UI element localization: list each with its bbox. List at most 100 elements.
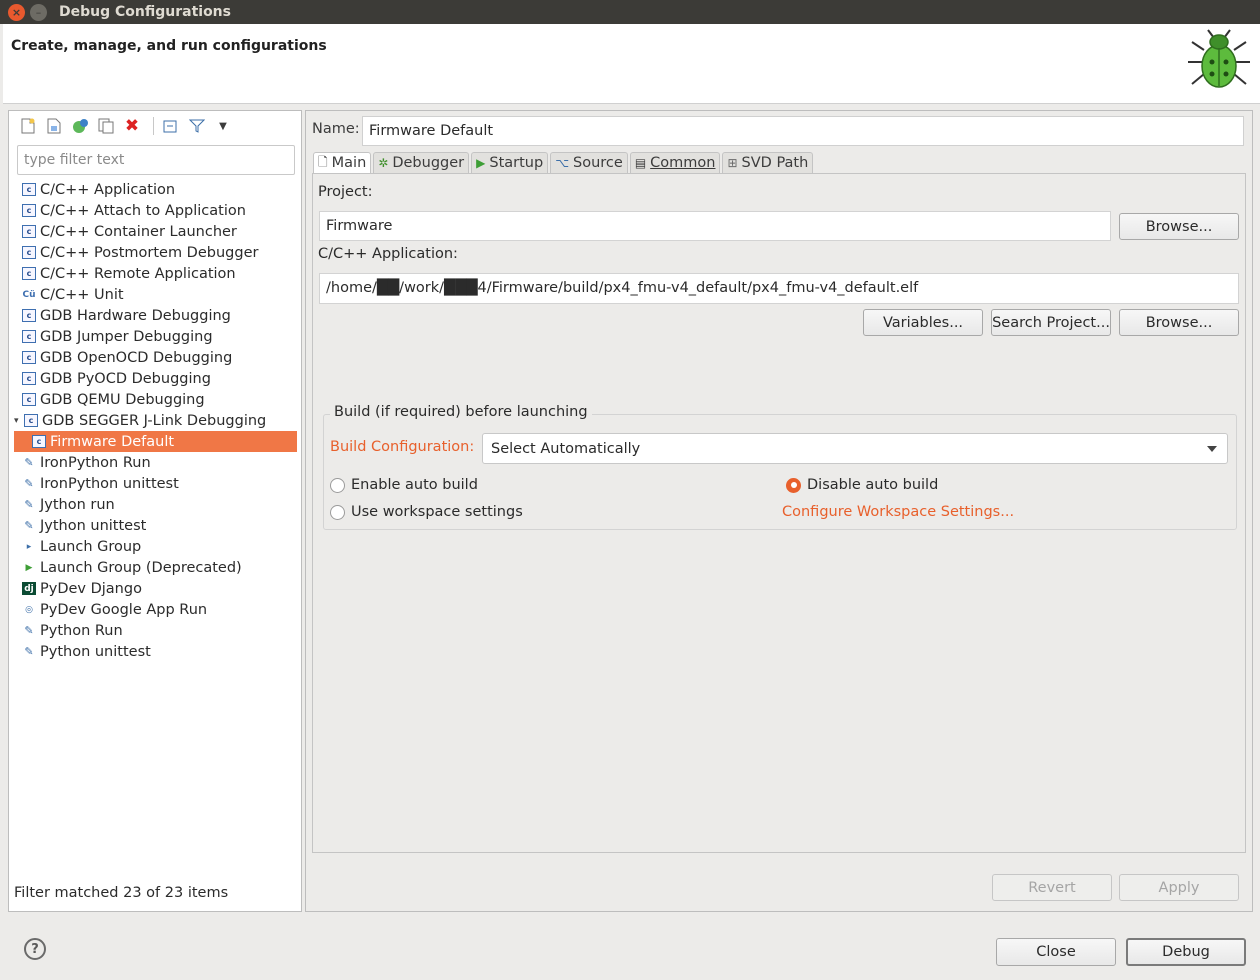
- google-icon: ◎: [25, 604, 33, 615]
- tree-item[interactable]: ✎ Python unittest: [14, 641, 297, 662]
- tree-item[interactable]: ✎ IronPython unittest: [14, 473, 297, 494]
- tree-item-label: Jython run: [40, 496, 115, 513]
- tree-item-label: C/C++ Container Launcher: [40, 223, 237, 240]
- use-workspace-radio[interactable]: Use workspace settings: [330, 504, 523, 520]
- tree-item-label: GDB SEGGER J-Link Debugging: [42, 412, 267, 429]
- enable-auto-build-radio[interactable]: Enable auto build: [330, 477, 478, 493]
- variables-button[interactable]: Variables...: [863, 309, 983, 336]
- build-config-label: Build Configuration:: [330, 439, 475, 455]
- collapse-all-icon[interactable]: [160, 116, 182, 136]
- delete-icon[interactable]: ✖: [121, 116, 143, 136]
- tree-item[interactable]: ✎ IronPython Run: [14, 452, 297, 473]
- window-minimize-button[interactable]: –: [30, 3, 47, 21]
- tab-svd-path[interactable]: ⊞ SVD Path: [722, 152, 814, 173]
- config-tree: c C/C++ Application c C/C++ Attach to Appli…: [14, 179, 297, 662]
- radio-unchecked-icon: [330, 504, 345, 520]
- configure-workspace-link[interactable]: Configure Workspace Settings...: [782, 504, 1014, 520]
- filter-input[interactable]: type filter text: [17, 145, 295, 175]
- c-icon: c: [32, 435, 46, 448]
- c-icon: c: [22, 267, 36, 280]
- use-workspace-label: Use workspace settings: [351, 504, 523, 520]
- window-close-button[interactable]: ×: [8, 3, 25, 21]
- tree-item[interactable]: c GDB Jumper Debugging: [14, 326, 297, 347]
- c-icon: c: [22, 351, 36, 364]
- revert-label: Revert: [1028, 879, 1076, 896]
- tree-item[interactable]: ▶ Launch Group (Deprecated): [14, 557, 297, 578]
- apply-button[interactable]: Apply: [1119, 874, 1239, 901]
- help-icon[interactable]: ?: [24, 938, 46, 960]
- launch-icon: ▸: [26, 541, 32, 552]
- duplicate-icon[interactable]: [95, 116, 117, 136]
- tree-item[interactable]: c C/C++ Attach to Application: [14, 200, 297, 221]
- tree-item[interactable]: dj PyDev Django: [14, 578, 297, 599]
- project-label: Project:: [318, 184, 373, 200]
- common-icon: ▤: [634, 156, 647, 170]
- tree-item[interactable]: Cü C/C++ Unit: [14, 284, 297, 305]
- tree-item[interactable]: ▾ c GDB SEGGER J-Link Debugging: [14, 410, 297, 431]
- new-config-icon[interactable]: [17, 116, 39, 136]
- name-field[interactable]: Firmware Default: [362, 116, 1244, 146]
- tab-source[interactable]: ⌥ Source: [550, 152, 628, 173]
- python-icon: ✎: [24, 645, 34, 658]
- tree-item-label: Firmware Default: [50, 433, 175, 450]
- tree-item-label: GDB Hardware Debugging: [40, 307, 231, 324]
- bug-icon: [1188, 29, 1250, 88]
- tree-item[interactable]: c C/C++ Application: [14, 179, 297, 200]
- expand-toggle-icon[interactable]: ▾: [14, 416, 24, 426]
- revert-button[interactable]: Revert: [992, 874, 1112, 901]
- app-path-field[interactable]: /home/██/work/███4/Firmware/build/px4_fm…: [319, 273, 1239, 304]
- project-field[interactable]: Firmware: [319, 211, 1111, 241]
- python-icon: ✎: [24, 498, 34, 511]
- python-icon: ✎: [24, 624, 34, 637]
- tree-item[interactable]: c GDB PyOCD Debugging: [14, 368, 297, 389]
- filter-icon[interactable]: [186, 116, 208, 136]
- close-button[interactable]: Close: [996, 938, 1116, 966]
- debug-button[interactable]: Debug: [1126, 938, 1246, 966]
- tree-item-label: Jython unittest: [40, 517, 147, 534]
- tree-item[interactable]: c C/C++ Container Launcher: [14, 221, 297, 242]
- dropdown-icon[interactable]: ▼: [212, 116, 234, 136]
- tree-item[interactable]: c C/C++ Postmortem Debugger: [14, 242, 297, 263]
- source-icon: ⌥: [555, 156, 570, 170]
- tree-item-label: Launch Group: [40, 538, 142, 555]
- tree-item[interactable]: c GDB Hardware Debugging: [14, 305, 297, 326]
- tab-debugger[interactable]: ✲ Debugger: [373, 152, 470, 173]
- tree-item[interactable]: c Firmware Default: [14, 431, 297, 452]
- search-project-button[interactable]: Search Project...: [991, 309, 1111, 336]
- filter-status-text: Filter matched 23 of 23 items: [14, 885, 229, 901]
- tree-item-label: C/C++ Attach to Application: [40, 202, 246, 219]
- debug-label: Debug: [1162, 944, 1210, 960]
- project-browse-button[interactable]: Browse...: [1119, 213, 1239, 240]
- new-prototype-icon[interactable]: [43, 116, 65, 136]
- play-icon: ▶: [476, 156, 486, 170]
- tree-item[interactable]: c GDB QEMU Debugging: [14, 389, 297, 410]
- tree-item[interactable]: ✎ Jython unittest: [14, 515, 297, 536]
- tab-common[interactable]: ▤ Common: [629, 152, 721, 173]
- disable-auto-build-radio[interactable]: Disable auto build: [786, 477, 938, 493]
- tab-main[interactable]: 🗋 Main: [313, 152, 372, 173]
- c-icon: c: [22, 183, 36, 196]
- tree-item-label: Python Run: [40, 622, 123, 639]
- app-browse-button[interactable]: Browse...: [1119, 309, 1239, 336]
- debugger-icon: ✲: [378, 156, 389, 170]
- export-icon[interactable]: [69, 116, 91, 136]
- c-icon: c: [22, 372, 36, 385]
- tree-item[interactable]: c GDB OpenOCD Debugging: [14, 347, 297, 368]
- config-editor-panel: Name: Firmware Default 🗋 Main ✲ Debugger ▶…: [305, 110, 1253, 912]
- search-project-label: Search Project...: [992, 314, 1110, 331]
- disable-auto-build-label: Disable auto build: [807, 477, 939, 493]
- tree-item[interactable]: ✎ Python Run: [14, 620, 297, 641]
- build-config-value: Select Automatically: [491, 441, 641, 457]
- variables-label: Variables...: [882, 314, 964, 331]
- build-config-select[interactable]: Select Automatically: [482, 433, 1228, 464]
- tree-item[interactable]: ✎ Jython run: [14, 494, 297, 515]
- django-icon: dj: [22, 582, 36, 595]
- tree-item-label: GDB Jumper Debugging: [40, 328, 213, 345]
- tab-startup[interactable]: ▶ Startup: [471, 152, 549, 173]
- tree-item-label: PyDev Google App Run: [40, 601, 208, 618]
- c-icon: c: [22, 225, 36, 238]
- tree-item[interactable]: ◎ PyDev Google App Run: [14, 599, 297, 620]
- tree-item[interactable]: c C/C++ Remote Application: [14, 263, 297, 284]
- tree-item[interactable]: ▸ Launch Group: [14, 536, 297, 557]
- tab-main-label: Main: [331, 155, 367, 171]
